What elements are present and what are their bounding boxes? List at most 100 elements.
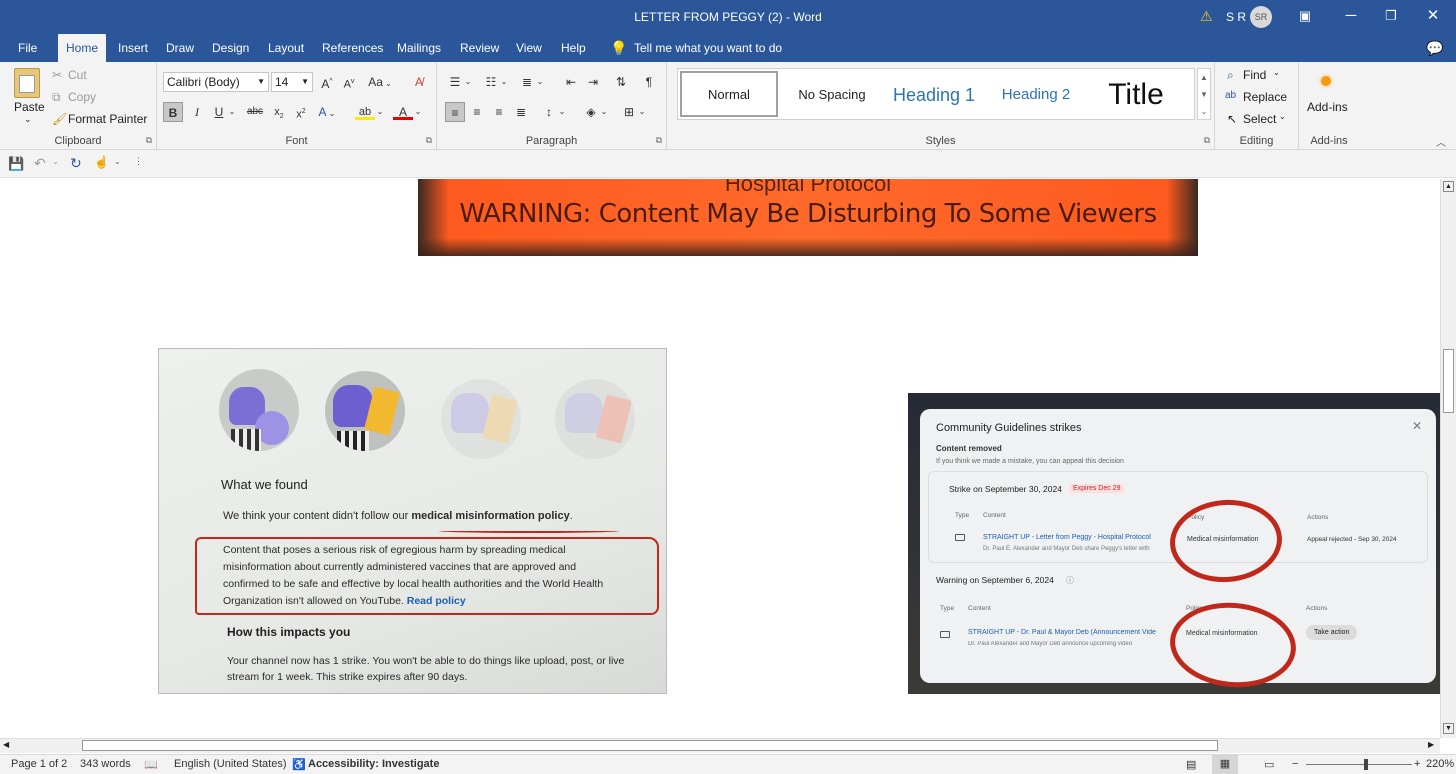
shading-dropdown-icon[interactable]: ⌄ [599, 102, 609, 122]
page-count[interactable]: Page 1 of 2 [11, 758, 67, 770]
copy-button[interactable]: Copy [68, 90, 96, 104]
zoom-out-icon[interactable]: − [1292, 758, 1298, 770]
styles-scroll-icon[interactable]: ▲ ▼ ⌄ [1197, 68, 1211, 120]
word-count[interactable]: 343 words [80, 758, 131, 770]
italic-icon[interactable]: I [187, 102, 207, 122]
tab-view[interactable]: View [516, 34, 542, 62]
addins-icon[interactable] [1321, 76, 1331, 86]
scroll-right-icon[interactable]: ▶ [1428, 740, 1434, 749]
highlight-dropdown-icon[interactable]: ⌄ [375, 102, 385, 122]
clear-formatting-icon[interactable]: A̸ [409, 72, 429, 92]
justify-icon[interactable]: ≣ [511, 102, 531, 122]
tab-references[interactable]: References [322, 34, 383, 62]
web-layout-icon[interactable]: ▭ [1264, 758, 1274, 771]
find-button[interactable]: Find [1243, 68, 1266, 82]
tab-layout[interactable]: Layout [268, 34, 304, 62]
redo-icon[interactable]: ↻ [70, 155, 82, 172]
touch-dropdown-icon[interactable]: ⌄ [114, 157, 121, 166]
select-button[interactable]: Select [1243, 112, 1276, 126]
strikethrough-icon[interactable]: abc [243, 102, 267, 122]
tab-review[interactable]: Review [460, 34, 499, 62]
comments-icon[interactable]: 💬 [1426, 34, 1443, 62]
superscript-icon[interactable]: x2 [291, 102, 311, 122]
align-left-icon[interactable]: ≡ [445, 102, 465, 122]
style-normal[interactable]: Normal [680, 71, 778, 117]
vertical-scroll-thumb[interactable] [1443, 349, 1454, 413]
show-formatting-icon[interactable]: ¶ [639, 72, 659, 92]
warning-icon[interactable]: ⚠ [1200, 8, 1213, 25]
paste-dropdown-icon[interactable]: ⌄ [24, 114, 32, 125]
row1-title[interactable]: STRAIGHT UP - Letter from Peggy - Hospit… [983, 534, 1151, 541]
accessibility-icon[interactable]: ♿ [292, 758, 306, 771]
increase-indent-icon[interactable]: ⇥ [583, 72, 603, 92]
tell-me-search[interactable]: Tell me what you want to do [634, 34, 782, 62]
dialog-launcher-icon[interactable]: ⧉ [656, 135, 662, 146]
row2-title[interactable]: STRAIGHT UP - Dr. Paul & Mayor Deb (Anno… [968, 629, 1168, 636]
strikes-image[interactable]: Community Guidelines strikes ✕ Content r… [908, 393, 1440, 694]
tab-design[interactable]: Design [212, 34, 249, 62]
scroll-down-icon[interactable]: ▼ [1443, 723, 1454, 734]
tab-file[interactable]: File [18, 34, 37, 62]
tab-draw[interactable]: Draw [166, 34, 194, 62]
addins-button[interactable]: Add-ins [1307, 100, 1348, 114]
horizontal-scroll-thumb[interactable] [82, 740, 1218, 751]
select-dropdown-icon[interactable]: ⌄ [1279, 112, 1286, 121]
scroll-left-icon[interactable]: ◀ [3, 740, 9, 749]
read-mode-icon[interactable]: ▤ [1186, 758, 1196, 771]
find-dropdown-icon[interactable]: ⌄ [1273, 68, 1280, 77]
take-action-button[interactable]: Take action [1306, 625, 1358, 640]
find-icon[interactable]: ⌕ [1227, 68, 1234, 83]
paste-icon[interactable] [14, 68, 40, 98]
font-size-combo[interactable]: 14 ▼ [271, 72, 313, 92]
undo-dropdown-icon[interactable]: ⌄ [52, 157, 59, 166]
select-icon[interactable]: ↖ [1227, 112, 1237, 126]
multilevel-list-icon[interactable]: ≣ [517, 72, 537, 92]
shading-icon[interactable]: ◈ [581, 102, 601, 122]
dialog-launcher-icon[interactable]: ⧉ [1204, 135, 1210, 146]
avatar[interactable]: SR [1250, 6, 1272, 28]
borders-dropdown-icon[interactable]: ⌄ [637, 102, 647, 122]
shrink-font-icon[interactable]: Av [339, 72, 359, 92]
zoom-slider-thumb[interactable] [1364, 759, 1368, 770]
undo-icon[interactable]: ↶ [34, 155, 46, 172]
multilevel-dropdown-icon[interactable]: ⌄ [535, 72, 545, 92]
zoom-slider[interactable] [1306, 764, 1412, 765]
numbering-icon[interactable]: ☷ [481, 72, 501, 92]
underline-dropdown-icon[interactable]: ⌄ [227, 102, 237, 122]
what-we-found-image[interactable]: What we found We think your content didn… [158, 348, 667, 694]
cut-button[interactable]: Cut [68, 68, 87, 82]
format-painter-button[interactable]: Format Painter [68, 112, 147, 126]
style-no-spacing[interactable]: No Spacing [782, 69, 882, 121]
proofing-icon[interactable]: 📖 [144, 758, 158, 771]
font-color-icon[interactable]: A [393, 102, 413, 120]
font-name-combo[interactable]: Calibri (Body) ▼ [163, 72, 269, 92]
read-policy-link[interactable]: Read policy [407, 595, 466, 607]
align-center-icon[interactable]: ≡ [467, 102, 487, 122]
close-button[interactable]: ✕ [1410, 0, 1456, 34]
decrease-indent-icon[interactable]: ⇤ [561, 72, 581, 92]
print-layout-icon[interactable]: ▦ [1212, 755, 1238, 774]
line-spacing-dropdown-icon[interactable]: ⌄ [557, 102, 567, 122]
dialog-launcher-icon[interactable]: ⧉ [426, 135, 432, 146]
tab-help[interactable]: Help [561, 34, 586, 62]
format-painter-icon[interactable]: 🖌 [52, 112, 67, 126]
vertical-scrollbar[interactable]: ▲ ▼ [1440, 179, 1456, 738]
document-canvas[interactable]: Hospital Protocol WARNING: Content May B… [0, 179, 1440, 738]
font-color-dropdown-icon[interactable]: ⌄ [413, 102, 423, 122]
grow-font-icon[interactable]: A^ [317, 72, 337, 92]
info-icon[interactable]: ⓘ [1066, 575, 1074, 586]
bold-icon[interactable]: B [163, 102, 183, 122]
customize-qat-icon[interactable]: ⋮ [134, 156, 143, 167]
save-icon[interactable]: 💾 [8, 156, 24, 172]
ribbon-display-icon[interactable]: ▣ [1282, 0, 1328, 34]
borders-icon[interactable]: ⊞ [619, 102, 639, 122]
bullets-icon[interactable]: ☰ [445, 72, 465, 92]
style-title[interactable]: Title [1088, 69, 1184, 121]
sort-icon[interactable]: ⇅ [611, 72, 631, 92]
collapse-ribbon-icon[interactable]: ︿ [1436, 134, 1446, 149]
horizontal-scrollbar[interactable]: ◀ ▶ [0, 738, 1440, 753]
touch-mode-icon[interactable]: ☝ [94, 155, 109, 169]
highlight-icon[interactable]: ab [355, 102, 375, 120]
line-spacing-icon[interactable]: ↕ [539, 102, 559, 122]
scroll-up-icon[interactable]: ▲ [1443, 181, 1454, 192]
